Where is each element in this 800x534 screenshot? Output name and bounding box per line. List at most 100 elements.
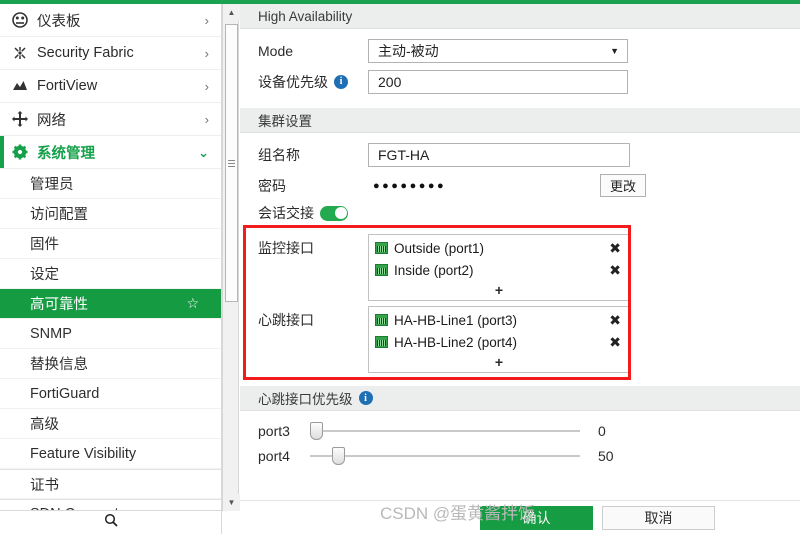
group-name-row: 组名称 FGT-HA xyxy=(240,139,800,170)
sidebar-item-label: Feature Visibility xyxy=(30,446,136,462)
device-priority-input[interactable]: 200 xyxy=(368,70,628,94)
gear-icon xyxy=(9,144,31,160)
scroll-down-arrow-icon[interactable]: ▼ xyxy=(223,494,240,511)
mode-value: 主动-被动 xyxy=(378,41,439,61)
sidebar-item-advanced[interactable]: 高级 xyxy=(0,409,221,439)
sidebar-item-label: 高级 xyxy=(30,413,59,434)
info-icon[interactable]: i xyxy=(334,75,348,89)
sidebar-item-label: FortiView xyxy=(37,78,205,94)
interface-name: HA-HB-Line1 (port3) xyxy=(394,313,609,328)
sidebar-item-settings[interactable]: 设定 xyxy=(0,259,221,289)
scroll-up-arrow-icon[interactable]: ▲ xyxy=(223,4,240,21)
session-pickup-row: 会话交接 xyxy=(240,201,800,225)
interface-name: Outside (port1) xyxy=(394,241,609,256)
ethernet-icon xyxy=(375,336,388,348)
heartbeat-interfaces-label: 心跳接口 xyxy=(258,306,368,373)
sidebar-item-snmp[interactable]: SNMP xyxy=(0,319,221,349)
fortiview-icon xyxy=(9,78,31,94)
port3-value: 0 xyxy=(598,423,628,439)
list-item[interactable]: Inside (port2) ✖ xyxy=(369,259,629,281)
chevron-down-icon: ⌄ xyxy=(198,146,209,159)
sidebar-item-fortiview[interactable]: FortiView › xyxy=(0,70,221,103)
device-priority-value: 200 xyxy=(378,74,401,90)
sidebar-item-certificates[interactable]: 证书 xyxy=(0,469,221,499)
add-heartbeat-interface-button[interactable]: + xyxy=(369,353,629,371)
sidebar-item-label: 高可靠性 xyxy=(30,293,88,314)
sidebar-search-bar[interactable] xyxy=(0,510,222,534)
chevron-down-icon: ▼ xyxy=(610,46,619,56)
high-availability-section-header: High Availability xyxy=(240,4,800,29)
info-icon[interactable]: i xyxy=(359,391,373,405)
chevron-right-icon: › xyxy=(205,47,209,60)
list-item[interactable]: HA-HB-Line1 (port3) ✖ xyxy=(369,309,629,331)
sidebar-item-label: 替换信息 xyxy=(30,353,88,374)
network-icon xyxy=(9,111,31,127)
cancel-button[interactable]: 取消 xyxy=(602,506,715,530)
ethernet-icon xyxy=(375,314,388,326)
search-icon[interactable] xyxy=(104,513,118,532)
security-fabric-icon xyxy=(9,45,31,61)
cluster-settings-title: 集群设置 xyxy=(258,110,312,130)
sidebar-item-replacement-messages[interactable]: 替换信息 xyxy=(0,349,221,379)
sidebar-item-security-fabric[interactable]: Security Fabric › xyxy=(0,37,221,70)
remove-icon[interactable]: ✖ xyxy=(609,313,621,327)
ethernet-icon xyxy=(375,242,388,254)
group-name-label: 组名称 xyxy=(258,145,368,165)
fortigate-ha-settings-page: 仪表板 › Security Fabric › FortiView › xyxy=(0,0,800,534)
sidebar-item-label: Security Fabric xyxy=(37,45,205,61)
sidebar-item-label: 管理员 xyxy=(30,173,74,194)
change-password-button[interactable]: 更改 xyxy=(600,174,646,197)
port3-slider[interactable] xyxy=(310,424,580,438)
password-value: ●●●●●●●● xyxy=(368,180,600,192)
sidebar-item-feature-visibility[interactable]: Feature Visibility xyxy=(0,439,221,469)
remove-icon[interactable]: ✖ xyxy=(609,263,621,277)
cluster-settings-section-header: 集群设置 xyxy=(240,108,800,133)
sidebar-item-administrators[interactable]: 管理员 xyxy=(0,169,221,199)
heartbeat-priority-title: 心跳接口优先级 xyxy=(258,388,353,408)
main-content: High Availability Mode 主动-被动 ▼ 设备优先级 i 2… xyxy=(240,4,800,534)
dashboard-icon xyxy=(9,12,31,28)
password-row: 密码 ●●●●●●●● 更改 xyxy=(240,170,800,201)
list-item[interactable]: Outside (port1) ✖ xyxy=(369,237,629,259)
sidebar-item-access-config[interactable]: 访问配置 xyxy=(0,199,221,229)
sidebar-group-system[interactable]: 系统管理 ⌄ xyxy=(0,136,221,169)
slider-thumb[interactable] xyxy=(332,447,345,465)
mode-label: Mode xyxy=(258,43,368,59)
port4-value: 50 xyxy=(598,448,628,464)
sidebar-item-label: 设定 xyxy=(30,263,59,284)
remove-icon[interactable]: ✖ xyxy=(609,241,621,255)
footer-bar: 确认 取消 xyxy=(240,500,800,534)
sidebar-nav-top: 仪表板 › Security Fabric › FortiView › xyxy=(0,4,221,529)
sidebar: 仪表板 › Security Fabric › FortiView › xyxy=(0,4,222,534)
list-item[interactable]: HA-HB-Line2 (port4) ✖ xyxy=(369,331,629,353)
interface-name: Inside (port2) xyxy=(394,263,609,278)
mode-row: Mode 主动-被动 ▼ xyxy=(240,35,800,66)
add-monitor-interface-button[interactable]: + xyxy=(369,281,629,299)
port3-slider-row: port3 0 xyxy=(240,418,800,443)
sidebar-item-fortiguard[interactable]: FortiGuard xyxy=(0,379,221,409)
sidebar-item-high-availability[interactable]: 高可靠性 ☆ xyxy=(0,289,221,319)
scrollbar-grip-icon xyxy=(228,160,235,167)
slider-thumb[interactable] xyxy=(310,422,323,440)
interface-name: HA-HB-Line2 (port4) xyxy=(394,335,609,350)
session-pickup-toggle[interactable] xyxy=(320,206,348,221)
sidebar-item-network[interactable]: 网络 › xyxy=(0,103,221,136)
mode-select[interactable]: 主动-被动 ▼ xyxy=(368,39,628,63)
page-title: High Availability xyxy=(258,9,352,24)
heartbeat-interfaces-list: HA-HB-Line1 (port3) ✖ HA-HB-Line2 (port4… xyxy=(368,306,630,373)
remove-icon[interactable]: ✖ xyxy=(609,335,621,349)
ethernet-icon xyxy=(375,264,388,276)
port4-slider[interactable] xyxy=(310,449,580,463)
port4-label: port4 xyxy=(258,448,310,464)
sidebar-item-firmware[interactable]: 固件 xyxy=(0,229,221,259)
sidebar-scrollbar[interactable]: ▲ ▼ xyxy=(222,4,239,511)
scrollbar-thumb[interactable] xyxy=(225,24,238,302)
chevron-right-icon: › xyxy=(205,113,209,126)
group-name-input[interactable]: FGT-HA xyxy=(368,143,630,167)
sidebar-item-dashboard[interactable]: 仪表板 › xyxy=(0,4,221,37)
star-icon[interactable]: ☆ xyxy=(186,295,199,312)
group-name-value: FGT-HA xyxy=(378,147,429,163)
sidebar-item-label: 仪表板 xyxy=(37,10,205,31)
confirm-button-label: 确认 xyxy=(523,508,551,528)
confirm-button[interactable]: 确认 xyxy=(480,506,593,530)
